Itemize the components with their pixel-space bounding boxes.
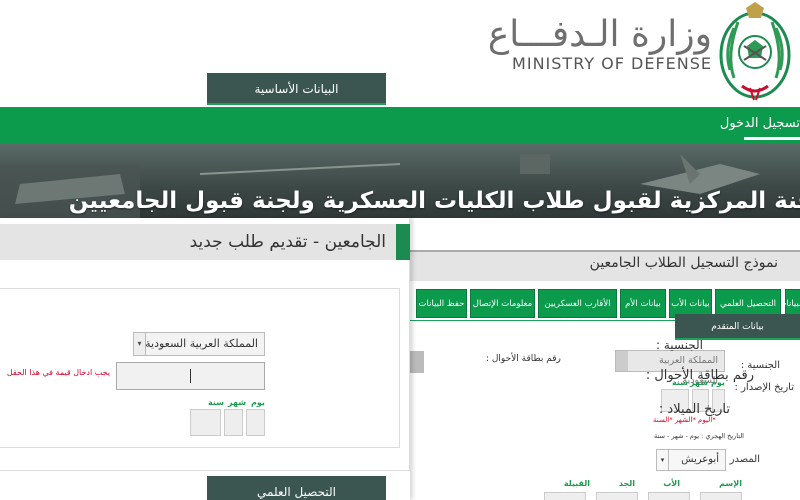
name-father-input[interactable] [648,492,690,500]
tab-save-data[interactable]: حفظ البيانات [416,289,467,318]
tab-contact-info[interactable]: معلومات الإتصال [470,289,535,318]
banner-title: اللجنة المركزية لقبول طلاب الكليات العسك… [68,188,800,214]
name-field-labels: الإسم الأب الجد القبيلة [560,479,800,491]
tab-military-relatives[interactable]: الأقارب العسكريين [538,289,617,318]
source-select[interactable]: ▾ أبوعريش [656,449,726,471]
issue-date-hint: *اليوم *الشهر *السنة [653,416,716,424]
name-label-father: الأب [663,479,680,488]
applicant-section-header: بيانات المتقدم [675,314,800,340]
ministry-name-arabic: وزارة الـدفـــاع [487,14,712,55]
left-application-panel: الجامعين - تقديم طلب جديد [0,218,410,500]
hijri-date-hint: التاريخ الهجري : يوم - شهر - سنة [654,432,744,440]
left-title-box: الجامعين - تقديم طلب جديد [0,224,396,260]
card-number-field-right[interactable] [410,351,424,373]
left-form-title: الجامعين - تقديم طلب جديد [189,232,386,252]
dob-year-label: سنة [208,398,224,407]
issue-date-label: تاريخ الإصدار : [734,382,794,393]
nationality-label-left: الجنسية : [656,338,703,352]
card-number-input-left[interactable] [116,362,265,390]
card-number-label-left: رقم بطاقة الأحوال : [645,368,754,383]
nav-active-underline [744,137,800,140]
left-title-accent [396,224,410,260]
name-first-input[interactable] [700,492,742,500]
chevron-down-icon: ▾ [134,333,146,355]
card-number-label-right: رقم بطاقة الأحوال : [486,354,561,364]
source-label: المصدر : [723,454,760,465]
name-label-tribe: القبيلة [563,479,590,488]
nav-register-link[interactable]: تسجيل الدخول [720,116,800,131]
card-number-error: يجب ادخال قيمة في هذا الحقل [6,368,110,377]
education-header: التحصيل العلمي [207,476,386,500]
ministry-name-english: MINISTRY OF DEFENSE [512,54,712,73]
chevron-down-icon [616,351,628,371]
tab-mother[interactable]: بيانات الأم [620,289,666,318]
dob-year-input[interactable] [190,409,221,436]
dob-month-input[interactable] [224,409,243,436]
dob-month-label: شهر [228,398,247,407]
left-title-bar: الجامعين - تقديم طلب جديد [0,224,410,260]
name-label-first: الإسم [719,479,742,488]
site-header: وزارة الـدفـــاع MINISTRY OF DEFENSE [0,0,800,107]
source-select-value: أبوعريش [681,454,719,465]
name-tribe-input[interactable] [544,492,586,500]
name-label-grandfather: الجد [618,479,635,488]
name-grandfather-input[interactable] [596,492,638,500]
text-caret [190,369,191,383]
right-form-title: نموذج التسجيل الطلاب الجامعين [589,255,778,271]
basic-data-header: البيانات الأساسية [207,73,386,105]
dob-day-input[interactable] [246,409,265,436]
saudi-mod-emblem-icon [719,2,791,101]
main-nav-bar: تسجيل الدخول [0,107,800,144]
hero-banner: اللجنة المركزية لقبول طلاب الكليات العسك… [0,144,800,218]
nationality-select-left-value: المملكة العربية السعودية [145,337,258,350]
dob-day-label: يوم [251,398,265,407]
nationality-select-left[interactable]: ▾ المملكة العربية السعودية [133,332,265,356]
dob-label: تاريخ الميلاد : [658,402,730,417]
chevron-down-icon: ▾ [657,450,669,470]
